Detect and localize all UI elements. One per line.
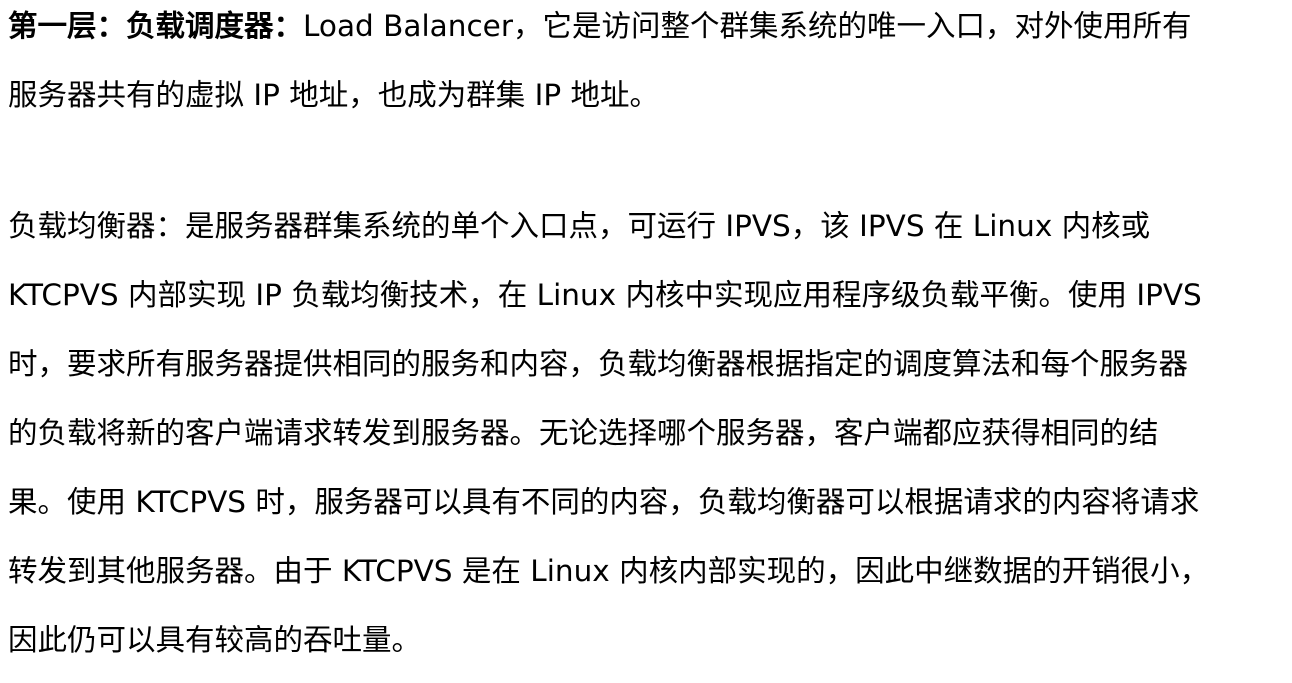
paragraph-1-text: Load Balancer，它是访问整个群集系统的唯一入口，对外使用所有 [303,9,1192,43]
paragraph-2-line-4: 的负载将新的客户端请求转发到服务器。无论选择哪个服务器，客户端都应获得相同的结 [8,416,1159,450]
paragraph-2-line-6: 转发到其他服务器。由于 KTCPVS 是在 Linux 内核内部实现的，因此中继… [8,554,1210,588]
paragraph-2-line-7: 因此仍可以具有较高的吞吐量。 [8,623,422,657]
bold-label: 第一层：负载调度器： [8,9,304,43]
paragraph-1-line-2: 服务器共有的虚拟 IP 地址，也成为群集 IP 地址。 [8,78,659,112]
paragraph-2-line-3: 时，要求所有服务器提供相同的服务和内容，负载均衡器根据指定的调度算法和每个服务器 [8,347,1189,381]
paragraph-2-line-5: 果。使用 KTCPVS 时，服务器可以具有不同的内容，负载均衡器可以根据请求的内… [8,485,1200,519]
paragraph-2-line-1: 负载均衡器：是服务器群集系统的单个入口点，可运行 IPVS，该 IPVS 在 L… [8,209,1151,243]
document-body: 第一层：负载调度器：Load Balancer，它是访问整个群集系统的唯一入口，… [8,0,1288,683]
paragraph-1-line-1: 第一层：负载调度器：Load Balancer，它是访问整个群集系统的唯一入口，… [8,0,1288,69]
paragraph-2-line-2: KTCPVS 内部实现 IP 负载均衡技术，在 Linux 内核中实现应用程序级… [8,278,1202,312]
